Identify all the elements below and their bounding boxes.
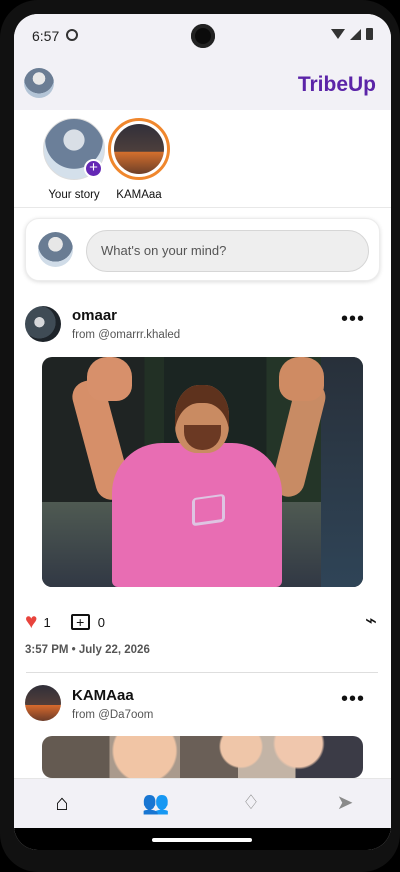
shirt-logo <box>192 493 225 527</box>
post-author-handle: from @omarrr.khaled <box>72 329 181 341</box>
signal-icon <box>350 28 361 40</box>
sync-icon <box>66 29 78 41</box>
post-author-handle: from @Da7oom <box>72 709 154 721</box>
post-actions: ♥ 1 + 0 <box>25 610 105 634</box>
like-count: 1 <box>43 614 51 630</box>
story-kamaaa-avatar[interactable] <box>108 118 170 180</box>
feed-post: omaar from @omarrr.khaled ••• ♥ 1 + 0 ⌁ … <box>14 299 391 673</box>
more-horizontal-icon[interactable]: ••• <box>341 308 365 331</box>
comment-count: 0 <box>97 614 105 630</box>
story-kamaaa-label: KAMAaa <box>116 189 162 201</box>
app-screen: 6:57 TribeUp + Your story KAMAaa What's … <box>14 14 391 850</box>
story-image <box>114 124 164 174</box>
image-hand <box>279 357 324 401</box>
post-author-avatar[interactable] <box>25 306 61 342</box>
your-story-avatar[interactable]: + <box>43 118 105 180</box>
link-icon[interactable]: ⌁ <box>365 608 377 633</box>
status-bar: 6:57 <box>14 14 391 58</box>
post-input[interactable]: What's on your mind? <box>86 230 369 272</box>
bottom-navigation: ⌂ 👥 ♢ ➤ <box>14 778 391 828</box>
heart-icon[interactable]: ♥ <box>25 610 37 634</box>
phone-frame: 6:57 TribeUp + Your story KAMAaa What's … <box>0 0 400 872</box>
image-hand <box>87 357 132 401</box>
post-author-name[interactable]: KAMAaa <box>72 687 134 704</box>
app-title: TribeUp <box>297 73 376 96</box>
composer-avatar <box>38 232 73 267</box>
wifi-icon <box>331 29 345 39</box>
status-icons <box>331 28 373 40</box>
post-image[interactable] <box>42 736 363 778</box>
status-time: 6:57 <box>32 28 60 44</box>
battery-icon <box>366 28 373 40</box>
post-composer[interactable]: What's on your mind? <box>25 218 380 281</box>
post-author-avatar[interactable] <box>25 685 61 721</box>
users-icon[interactable]: 👥 <box>138 790 174 818</box>
post-timestamp: 3:57 PM • July 22, 2026 <box>25 644 150 656</box>
your-story-label: Your story <box>48 189 100 201</box>
profile-avatar[interactable] <box>24 68 54 98</box>
post-author-name[interactable]: omaar <box>72 307 117 324</box>
story-kamaaa[interactable]: KAMAaa <box>104 118 174 201</box>
home-icon[interactable]: ⌂ <box>44 790 80 818</box>
top-app-bar: TribeUp <box>14 58 391 110</box>
camera-cutout <box>191 24 215 48</box>
send-icon[interactable]: ➤ <box>327 790 363 818</box>
stories-row: + Your story KAMAaa <box>14 110 391 208</box>
plus-icon[interactable]: + <box>84 159 103 178</box>
spectator-shape <box>321 357 363 587</box>
comment-icon[interactable]: + <box>70 614 90 630</box>
your-story[interactable]: + Your story <box>39 118 109 201</box>
notifications-icon[interactable]: ♢ <box>233 790 269 818</box>
post-image[interactable] <box>42 357 363 587</box>
feed-post: KAMAaa from @Da7oom ••• <box>14 679 391 778</box>
gesture-bar[interactable] <box>152 838 252 842</box>
post-divider <box>26 672 378 673</box>
more-horizontal-icon[interactable]: ••• <box>341 688 365 711</box>
